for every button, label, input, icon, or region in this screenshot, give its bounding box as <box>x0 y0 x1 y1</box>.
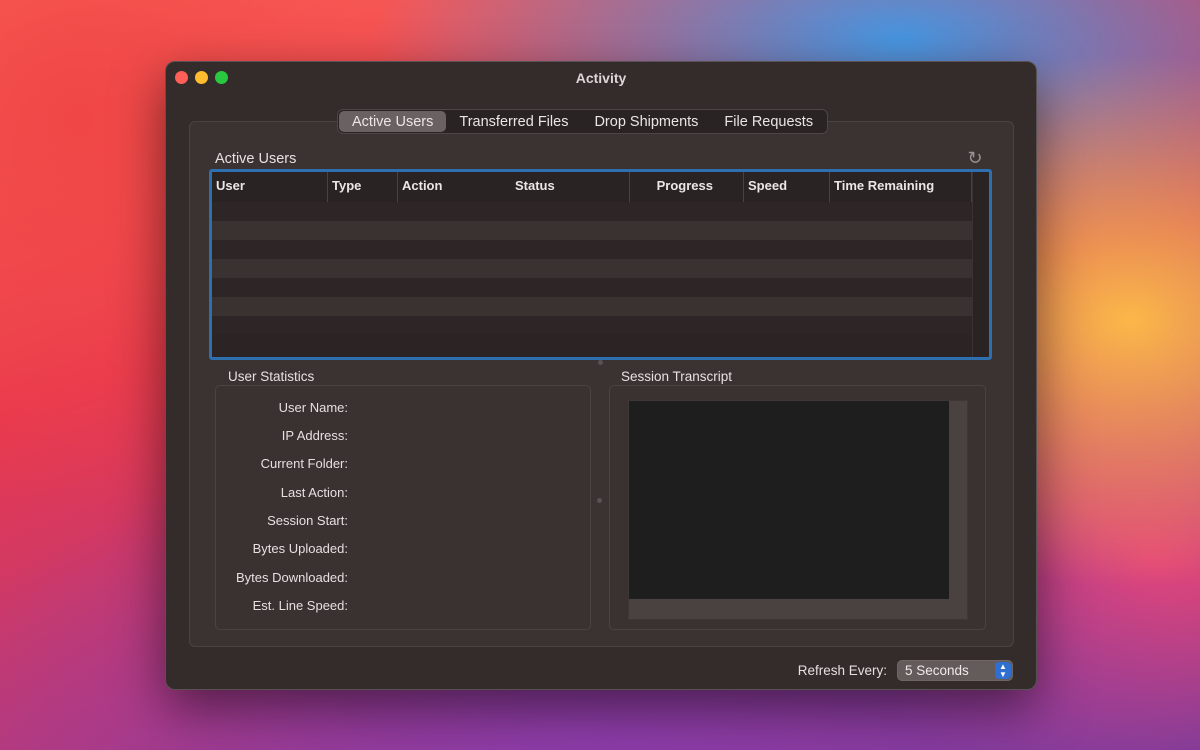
session-transcript-panel <box>609 385 986 630</box>
table-row[interactable] <box>212 221 972 240</box>
transcript-text-area[interactable] <box>629 401 949 599</box>
tab-transferred-files[interactable]: Transferred Files <box>446 111 581 132</box>
activity-window: Activity Active Users Transferred Files … <box>165 61 1037 690</box>
transcript-scroll-view[interactable] <box>628 400 968 620</box>
column-header-progress[interactable]: Progress <box>630 172 744 202</box>
table-row[interactable] <box>212 316 972 335</box>
column-header-time-remaining[interactable]: Time Remaining <box>830 172 972 202</box>
table-row[interactable] <box>212 259 972 278</box>
stat-label-line-speed: Est. Line Speed: <box>252 598 348 613</box>
tab-active-users[interactable]: Active Users <box>339 111 447 132</box>
stat-label-bytes-downloaded: Bytes Downloaded: <box>235 570 348 585</box>
stat-label-ip-address: IP Address: <box>281 428 348 443</box>
user-statistics-heading: User Statistics <box>228 369 315 384</box>
session-transcript-heading: Session Transcript <box>621 369 733 384</box>
column-header-status[interactable]: Status <box>511 172 630 202</box>
table-row[interactable] <box>212 297 972 316</box>
table-header: User Type Action Status Progress Speed T… <box>212 172 972 203</box>
active-users-heading: Active Users <box>215 151 297 167</box>
refresh-every-label: Refresh Every: <box>797 663 887 678</box>
stat-label-last-action: Last Action: <box>280 485 348 500</box>
stat-label-bytes-uploaded: Bytes Uploaded: <box>252 541 348 556</box>
tab-bar: Active Users Transferred Files Drop Ship… <box>337 109 829 134</box>
table-row[interactable] <box>212 202 972 221</box>
chevron-up-down-icon: ▲ ▼ <box>995 662 1011 679</box>
column-header-user[interactable]: User <box>212 172 328 202</box>
refresh-icon[interactable]: ↻ <box>965 148 985 168</box>
vertical-scrollbar[interactable] <box>972 172 989 357</box>
table-row[interactable] <box>212 240 972 259</box>
user-statistics-panel: User Name: IP Address: Current Folder: L… <box>215 385 591 630</box>
stat-label-user-name: User Name: <box>278 400 348 415</box>
column-header-action[interactable]: Action <box>398 172 511 202</box>
column-header-speed[interactable]: Speed <box>744 172 830 202</box>
tab-drop-shipments[interactable]: Drop Shipments <box>581 111 711 132</box>
refresh-interval-select[interactable]: 5 Seconds ▲ ▼ <box>897 660 1013 681</box>
stat-label-current-folder: Current Folder: <box>260 456 348 471</box>
table-body[interactable] <box>212 202 972 335</box>
table-row[interactable] <box>212 278 972 297</box>
refresh-interval-value: 5 Seconds <box>905 663 969 678</box>
column-header-type[interactable]: Type <box>328 172 398 202</box>
stat-label-session-start: Session Start: <box>267 513 348 528</box>
active-users-table[interactable]: User Type Action Status Progress Speed T… <box>209 169 992 360</box>
window-title: Activity <box>575 70 627 86</box>
vertical-split-handle[interactable] <box>597 498 602 503</box>
title-bar[interactable]: Activity <box>166 62 1036 94</box>
horizontal-split-handle[interactable] <box>598 360 603 365</box>
tab-file-requests[interactable]: File Requests <box>711 111 826 132</box>
